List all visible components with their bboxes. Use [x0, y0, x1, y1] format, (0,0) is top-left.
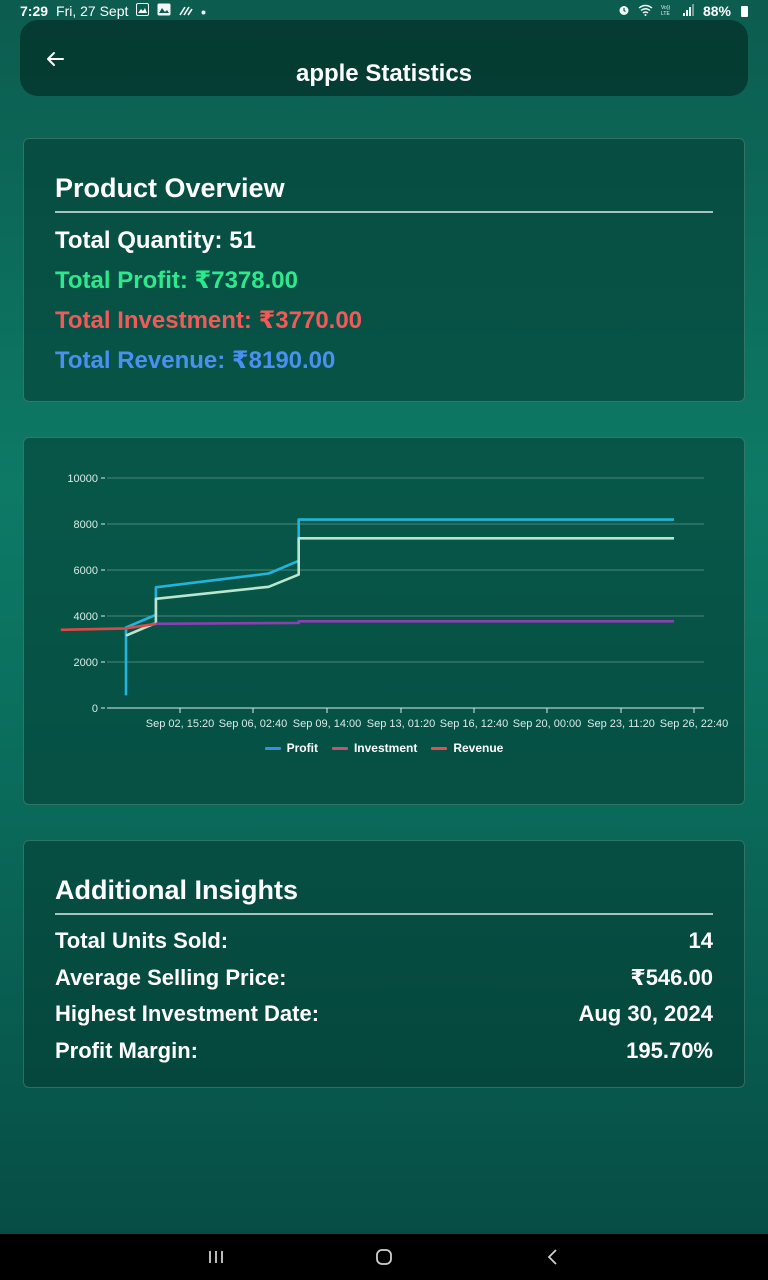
- alarm-icon: [618, 4, 630, 19]
- gallery-icon: [136, 3, 150, 19]
- insight-label: Highest Investment Date:: [55, 1001, 320, 1026]
- legend-swatch: [264, 746, 281, 750]
- insight-value: 14: [688, 928, 713, 953]
- insights-divider: [55, 913, 713, 915]
- x-tick-label: Sep 23, 11:20: [587, 718, 655, 730]
- legend-label: Profit: [286, 741, 318, 755]
- y-tick-label: 0: [92, 703, 98, 715]
- cellular-signal-icon: [682, 3, 695, 19]
- series-line-investment: [155, 620, 674, 626]
- legend-item-revenue[interactable]: Revenue: [431, 741, 503, 755]
- insights-title: Additional Insights: [55, 875, 298, 905]
- insight-value: 195.70%: [626, 1037, 713, 1063]
- x-tick-label: Sep 06, 02:40: [219, 718, 288, 730]
- app-header: apple Statistics: [20, 20, 748, 96]
- chart-legend: Profit Investment Revenue: [24, 741, 744, 755]
- x-tick-label: Sep 26, 22:40: [660, 718, 729, 730]
- status-date: Fri, 27 Sept: [56, 3, 129, 19]
- insight-label: Average Selling Price:: [55, 964, 287, 990]
- x-tick-label: Sep 09, 14:00: [293, 718, 362, 730]
- total-quantity: Total Quantity: 51: [55, 227, 256, 254]
- legend-swatch: [431, 746, 448, 750]
- additional-insights-card: Additional Insights Total Units Sold: 14…: [23, 840, 745, 1088]
- wifi-icon: [638, 4, 653, 19]
- total-profit: Total Profit: ₹7378.00: [55, 267, 298, 294]
- page-title: apple Statistics: [295, 60, 473, 87]
- dot-icon: [201, 4, 206, 18]
- total-revenue: Total Revenue: ₹8190.00: [55, 347, 336, 374]
- legend-label: Revenue: [453, 741, 504, 755]
- image-icon: [157, 3, 171, 19]
- insight-label: Profit Margin:: [55, 1037, 198, 1063]
- volte-icon: Vo)) LTE: [661, 4, 675, 19]
- battery-percent: 88%: [702, 3, 731, 19]
- legend-item-profit[interactable]: Profit: [264, 741, 318, 755]
- y-tick-label: 4000: [74, 611, 98, 623]
- insight-row-units-sold: Total Units Sold: 14: [55, 923, 713, 960]
- overview-title: Product Overview: [55, 173, 285, 203]
- y-tick-label: 2000: [74, 657, 98, 669]
- legend-swatch: [331, 746, 348, 750]
- line-chart: 0 2000 4000 6000 8000 10000 Sep 02, 15:20 Sep 0…: [60, 473, 729, 730]
- home-icon[interactable]: [369, 1246, 399, 1268]
- x-tick-label: Sep 13, 01:20: [367, 718, 436, 730]
- back-nav-icon[interactable]: [538, 1246, 568, 1268]
- insight-row-highest-investment-date: Highest Investment Date: Aug 30, 2024: [55, 996, 713, 1033]
- status-left: 7:29 Fri, 27 Sept: [20, 3, 206, 19]
- status-right: Vo)) LTE 88%: [618, 3, 748, 19]
- x-tick-label: Sep 20, 00:00: [513, 718, 582, 730]
- insight-value: ₹546.00: [630, 964, 713, 990]
- insight-row-avg-price: Average Selling Price: ₹546.00: [55, 960, 713, 997]
- y-tick-label: 6000: [74, 565, 98, 577]
- signal-waves-icon: [179, 4, 194, 19]
- total-investment: Total Investment: ₹3770.00: [55, 307, 363, 334]
- recent-apps-icon[interactable]: [201, 1246, 231, 1268]
- status-time: 7:29: [20, 3, 49, 19]
- overview-divider: [55, 211, 713, 213]
- x-tick-label: Sep 16, 12:40: [440, 718, 509, 730]
- insight-row-profit-margin: Profit Margin: 195.70%: [55, 1033, 713, 1070]
- status-bar: 7:29 Fri, 27 Sept Vo)) LTE 88%: [0, 0, 768, 22]
- legend-label: Investment: [353, 741, 418, 755]
- svg-text:LTE: LTE: [661, 11, 670, 16]
- system-nav-bar: [0, 1234, 768, 1280]
- legend-item-investment[interactable]: Investment: [331, 741, 418, 755]
- chart-card: 0 2000 4000 6000 8000 10000 Sep 02, 15:20 Sep 0…: [23, 437, 745, 805]
- product-overview-card: Product Overview Total Quantity: 51 Tota…: [23, 138, 745, 402]
- insight-label: Total Units Sold:: [55, 928, 229, 953]
- y-tick-label: 10000: [67, 473, 98, 485]
- series-line-revenue: [124, 518, 674, 696]
- y-tick-label: 8000: [74, 519, 98, 531]
- battery-icon: [741, 5, 748, 17]
- insight-value: Aug 30, 2024: [578, 1001, 713, 1026]
- x-tick-label: Sep 02, 15:20: [146, 718, 215, 730]
